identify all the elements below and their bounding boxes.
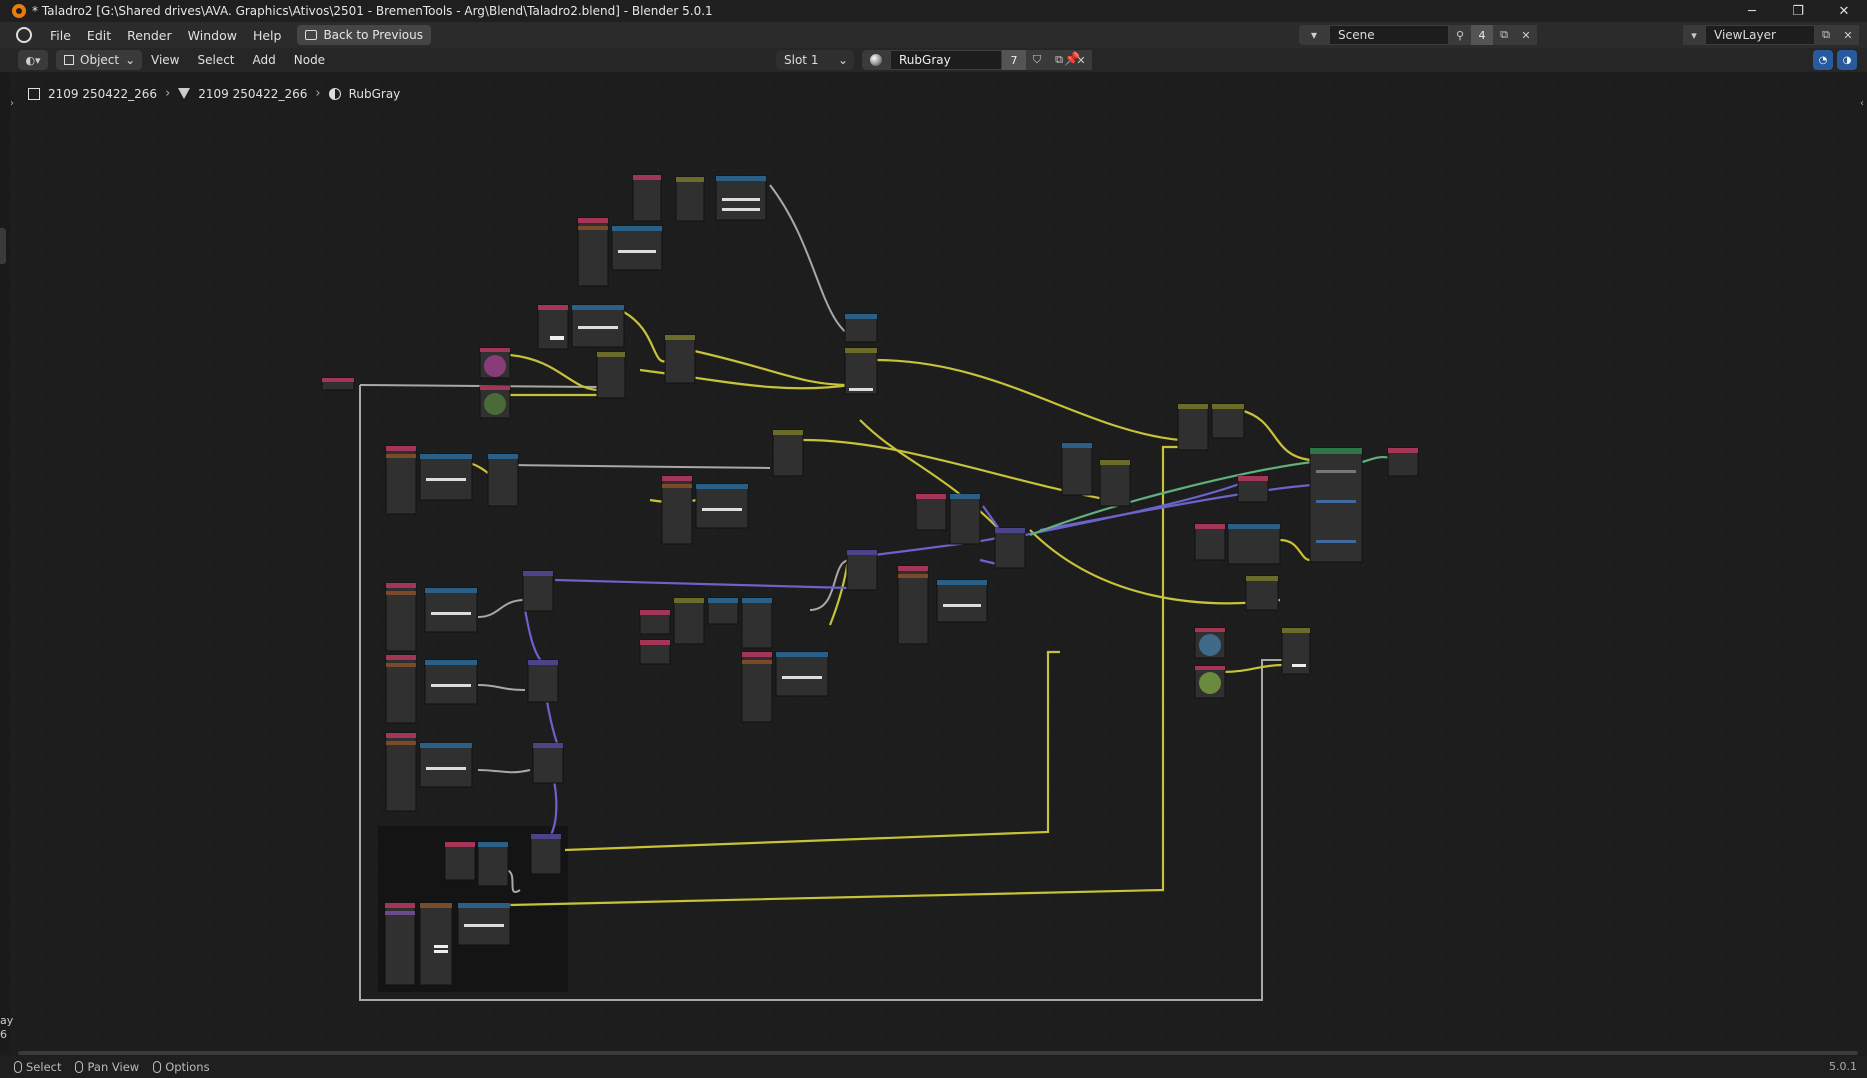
node-graph[interactable] (0, 0, 1867, 1078)
node[interactable] (522, 570, 554, 612)
node[interactable] (479, 347, 511, 379)
node[interactable] (384, 902, 416, 986)
node[interactable] (477, 841, 509, 887)
status-options: Options (153, 1060, 210, 1074)
node[interactable] (949, 493, 981, 545)
principled-bsdf-node[interactable] (1309, 447, 1363, 563)
node[interactable] (632, 174, 662, 222)
node[interactable] (1194, 665, 1226, 699)
mouse-left-icon (14, 1061, 22, 1073)
node[interactable] (1227, 523, 1281, 565)
node[interactable] (915, 493, 947, 531)
node[interactable] (1237, 475, 1269, 503)
node[interactable] (775, 651, 829, 697)
node[interactable] (419, 902, 453, 986)
node[interactable] (695, 483, 749, 529)
node[interactable] (844, 313, 878, 343)
node[interactable] (1194, 523, 1226, 561)
node[interactable] (424, 587, 478, 633)
mouse-middle-icon (75, 1061, 84, 1073)
node[interactable] (385, 732, 417, 812)
node[interactable] (846, 549, 878, 591)
status-bar: Select Pan View Options 5.0.1 (0, 1056, 1867, 1078)
node[interactable] (577, 217, 609, 287)
node[interactable] (936, 579, 988, 623)
version-label: 5.0.1 (1829, 1060, 1857, 1073)
node[interactable] (639, 639, 671, 665)
shader-nodes[interactable] (321, 174, 1419, 986)
status-pan-label: Pan View (87, 1060, 140, 1074)
node[interactable] (385, 582, 417, 652)
node[interactable] (530, 833, 562, 875)
edge-text: ay (0, 1014, 14, 1027)
node[interactable] (741, 597, 773, 649)
node[interactable] (1099, 459, 1131, 507)
node[interactable] (532, 742, 564, 784)
node[interactable] (772, 429, 804, 477)
node[interactable] (424, 659, 478, 705)
node[interactable] (1061, 442, 1093, 496)
node[interactable] (675, 176, 705, 222)
node[interactable] (444, 841, 476, 881)
node[interactable] (1281, 627, 1311, 675)
node[interactable] (611, 225, 663, 271)
node[interactable] (664, 334, 696, 384)
node[interactable] (741, 651, 773, 723)
node[interactable] (419, 742, 473, 788)
node[interactable] (661, 475, 693, 545)
node[interactable] (537, 304, 569, 350)
material-output-node[interactable] (1387, 447, 1419, 477)
status-options-label: Options (165, 1060, 210, 1074)
node[interactable] (527, 659, 559, 703)
node[interactable] (419, 453, 473, 501)
node[interactable] (457, 902, 511, 946)
node[interactable] (1194, 627, 1226, 659)
node[interactable] (385, 445, 417, 515)
node[interactable] (479, 385, 511, 419)
node[interactable] (994, 527, 1026, 569)
node[interactable] (1245, 575, 1279, 611)
status-select: Select (14, 1060, 61, 1074)
node[interactable] (571, 304, 625, 348)
node[interactable] (673, 597, 705, 645)
status-pan: Pan View (75, 1060, 139, 1074)
node[interactable] (321, 377, 355, 391)
node[interactable] (596, 351, 626, 399)
horizontal-scrollbar[interactable] (18, 1051, 1858, 1055)
node[interactable] (487, 453, 519, 507)
node[interactable] (715, 175, 767, 221)
mouse-right-icon (153, 1061, 162, 1073)
node[interactable] (639, 609, 671, 635)
node[interactable] (385, 654, 417, 724)
node[interactable] (1211, 403, 1245, 439)
node[interactable] (707, 597, 739, 625)
status-select-label: Select (26, 1060, 62, 1074)
node[interactable] (844, 347, 878, 395)
node[interactable] (1177, 403, 1209, 451)
links-yellow[interactable] (469, 309, 1311, 907)
edge-text: 6 (0, 1028, 7, 1041)
node[interactable] (897, 565, 929, 645)
